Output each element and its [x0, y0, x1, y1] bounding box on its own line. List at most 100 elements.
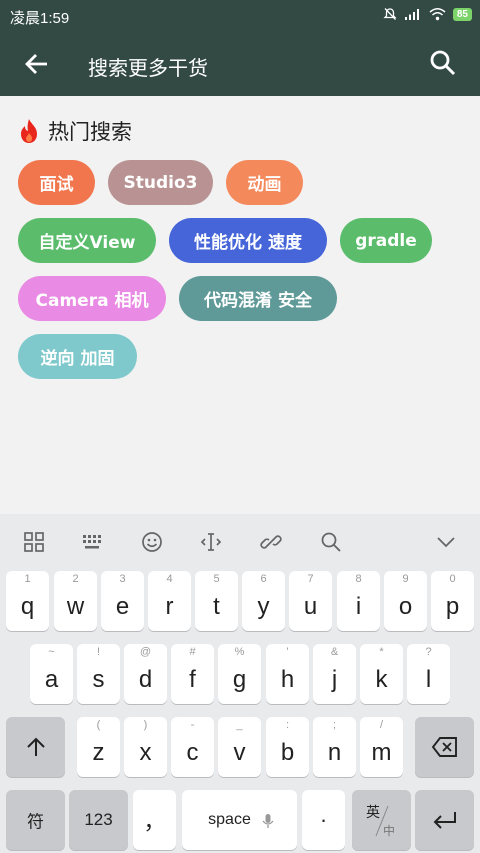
key-char: n [327, 739, 342, 766]
hot-search-title: 热门搜索 [48, 120, 132, 144]
symbols-key[interactable]: 符 [6, 790, 65, 850]
key-j[interactable]: & j [313, 644, 356, 704]
key-s[interactable]: ! s [77, 644, 120, 704]
key-sub: ( [96, 719, 101, 731]
key-char: t [213, 593, 220, 620]
status-time: 凌晨1:59 [10, 10, 70, 27]
key-m[interactable]: / m [360, 717, 403, 777]
key-e[interactable]: 3e [101, 571, 144, 631]
key-r[interactable]: 4r [148, 571, 191, 631]
key-sub: ; [332, 719, 337, 731]
comma-key[interactable]: ， [133, 790, 176, 850]
key-w[interactable]: 2w [54, 571, 97, 631]
key-u[interactable]: 7u [289, 571, 332, 631]
tag-gradle[interactable]: gradle [340, 218, 432, 263]
shift-key[interactable] [6, 717, 65, 777]
key-char: x [139, 739, 152, 766]
key-sub: 6 [260, 573, 267, 585]
wifi-icon [429, 8, 446, 21]
key-z[interactable]: (z [77, 717, 120, 777]
key-b[interactable]: :b [266, 717, 309, 777]
back-arrow-icon[interactable] [22, 49, 52, 79]
key-sub: : [285, 719, 290, 731]
key-char: a [44, 666, 59, 693]
tag-camera[interactable]: Camera 相机 [18, 276, 166, 321]
key-p[interactable]: 0p [431, 571, 474, 631]
key-sub: 8 [355, 573, 362, 585]
key-g[interactable]: % g [218, 644, 261, 704]
key-i[interactable]: 8i [337, 571, 380, 631]
tag-interview[interactable]: 面试 [18, 160, 95, 205]
app-toolbar: 搜索更多干货 [0, 33, 480, 96]
tag-custom-view[interactable]: 自定义View [18, 218, 156, 263]
language-switch-key[interactable]: 英 中 [352, 790, 411, 850]
key-a[interactable]: ~ a [30, 644, 73, 704]
key-sub: 1 [24, 573, 31, 585]
key-sub: ? [425, 646, 432, 658]
key-sub: 4 [166, 573, 173, 585]
key-q[interactable]: 1q [6, 571, 49, 631]
keyboard-icon[interactable] [81, 530, 105, 554]
key-t[interactable]: 5t [195, 571, 238, 631]
key-char: s [92, 666, 105, 693]
page-title: 搜索更多干货 [88, 56, 208, 80]
key-char: q [20, 593, 35, 620]
key-h[interactable]: ' h [266, 644, 309, 704]
key-sub: # [189, 646, 196, 658]
backspace-icon [431, 737, 457, 757]
key-sub: ! [96, 646, 101, 658]
key-char: b [280, 739, 295, 766]
key-sub: % [234, 646, 245, 658]
emoji-icon[interactable] [140, 530, 164, 554]
grid-icon[interactable] [22, 530, 46, 554]
key-sub: 0 [449, 573, 456, 585]
key-y[interactable]: 6y [242, 571, 285, 631]
key-label: 123 [84, 810, 113, 829]
hot-search-header: 热门搜索 [18, 116, 132, 146]
key-sub: @ [139, 646, 152, 658]
shift-arrow-icon [27, 737, 45, 756]
collapse-keyboard-icon[interactable] [434, 530, 458, 554]
key-k[interactable]: * k [360, 644, 403, 704]
key-char: p [445, 593, 460, 620]
key-sub: & [330, 646, 339, 658]
key-x[interactable]: ) x [124, 717, 167, 777]
key-char: w [66, 593, 85, 620]
enter-key[interactable] [415, 790, 474, 850]
key-n[interactable]: ; n [313, 717, 356, 777]
tag-studio3[interactable]: Studio3 [108, 160, 213, 205]
tag-row: 自定义View 性能优化 速度 gradle [18, 218, 463, 263]
tag-animation[interactable]: 动画 [226, 160, 303, 205]
key-l[interactable]: ? l [407, 644, 450, 704]
link-icon[interactable] [259, 530, 283, 554]
status-icons: 85 [383, 7, 472, 21]
tag-row: 逆向 加固 [18, 334, 463, 379]
period-key[interactable]: · [302, 790, 345, 850]
key-sub: * [379, 646, 384, 658]
tag-reverse[interactable]: 逆向 加固 [18, 334, 137, 379]
key-v[interactable]: _ v [218, 717, 261, 777]
hot-tags: 面试 Studio3 动画 自定义View 性能优化 速度 gradle Cam… [18, 160, 463, 392]
key-char: c [186, 739, 199, 766]
signal-icon [404, 9, 419, 20]
cursor-icon[interactable] [199, 530, 223, 554]
key-f[interactable]: # f [171, 644, 214, 704]
key-sub: ) [143, 719, 148, 731]
search-icon[interactable] [428, 48, 458, 78]
tag-row: 面试 Studio3 动画 [18, 160, 463, 205]
key-d[interactable]: @ d [124, 644, 167, 704]
key-sub: 7 [307, 573, 314, 585]
key-label: space [208, 811, 251, 828]
tag-performance[interactable]: 性能优化 速度 [169, 218, 327, 263]
space-key[interactable]: space [182, 790, 297, 850]
backspace-key[interactable] [415, 717, 474, 777]
keyboard-search-icon[interactable] [319, 530, 343, 554]
numbers-key[interactable]: 123 [69, 790, 128, 850]
search-content: 热门搜索 面试 Studio3 动画 自定义View 性能优化 速度 gradl… [0, 96, 480, 514]
lang-slash [375, 805, 389, 837]
key-o[interactable]: 9o [384, 571, 427, 631]
key-sub: 2 [72, 573, 79, 585]
key-c[interactable]: -c [171, 717, 214, 777]
tag-obfuscation[interactable]: 代码混淆 安全 [179, 276, 337, 321]
key-char: z [92, 739, 105, 766]
